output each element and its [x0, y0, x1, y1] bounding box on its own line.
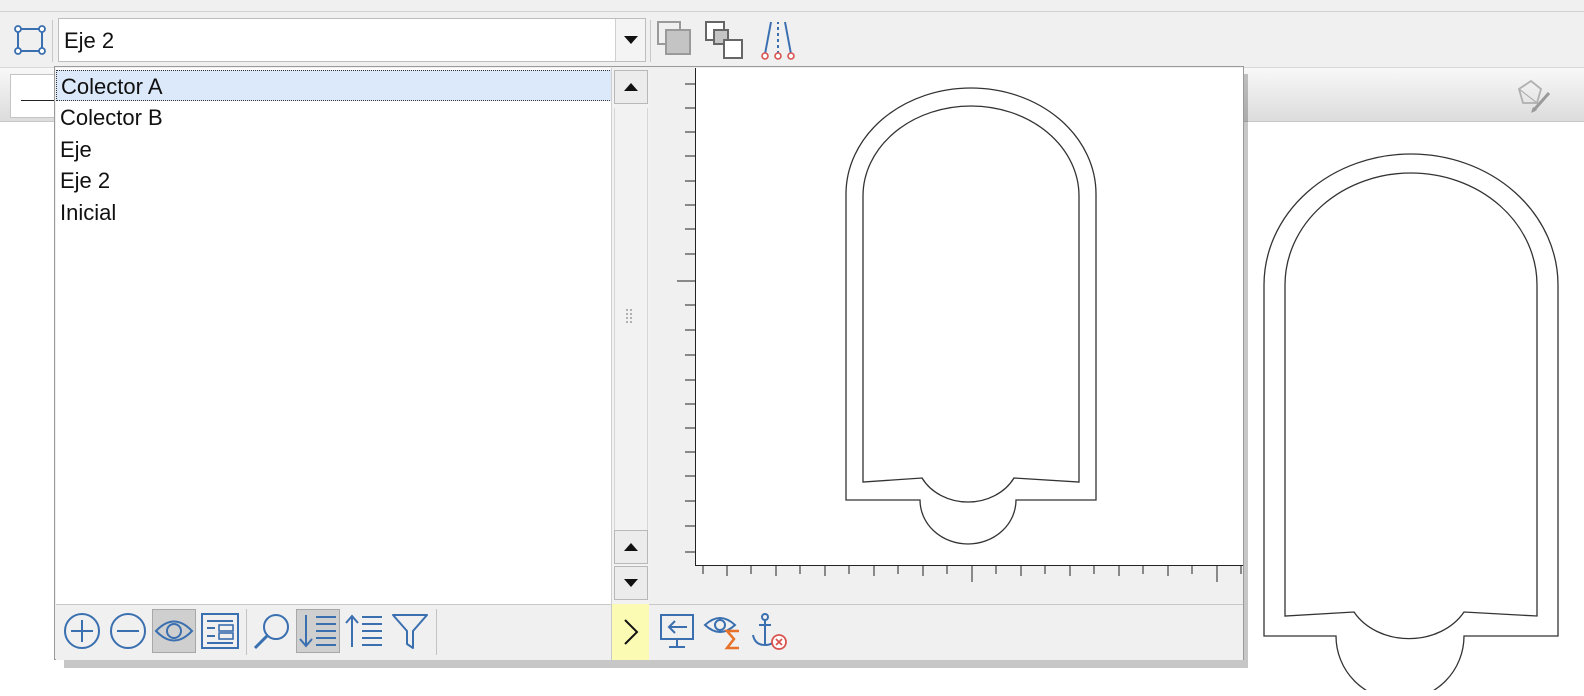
scroll-down-icon[interactable]	[614, 566, 648, 600]
details-icon[interactable]	[198, 609, 242, 653]
list-item[interactable]: Colector B	[56, 102, 612, 133]
title-strip	[0, 0, 1584, 12]
sort-ascending-icon[interactable]	[342, 609, 386, 653]
chevron-right-icon[interactable]	[611, 604, 649, 660]
layer-dropdown: Colector A Colector B Eje Eje 2 Inicial	[54, 66, 1244, 660]
horizontal-ruler	[702, 566, 1242, 582]
scroll-up-icon[interactable]	[614, 70, 648, 104]
layer-selector[interactable]: Eje 2	[58, 18, 646, 62]
filter-icon[interactable]	[388, 609, 432, 653]
visibility-sum-icon[interactable]	[701, 609, 745, 653]
list-item[interactable]: Eje 2	[56, 165, 612, 196]
preview-canvas[interactable]	[695, 68, 1243, 566]
anchor-remove-icon[interactable]	[747, 609, 791, 653]
list-item[interactable]: Eje	[56, 134, 612, 165]
toolbar-separator	[246, 609, 247, 655]
bring-front-icon[interactable]	[654, 18, 698, 62]
list-item[interactable]: Colector A	[56, 70, 612, 101]
list-scrollbar[interactable]	[611, 68, 649, 604]
main-toolbar: Eje 2	[0, 12, 1584, 68]
remove-icon[interactable]	[106, 609, 150, 653]
page-up-icon[interactable]	[614, 530, 648, 564]
send-back-icon[interactable]	[702, 18, 746, 62]
search-icon[interactable]	[250, 609, 294, 653]
layer-selector-value: Eje 2	[64, 28, 115, 53]
preview-shape	[845, 87, 1097, 545]
shape-pencil-icon[interactable]	[1510, 76, 1556, 116]
toolbar-separator	[650, 20, 651, 62]
dropdown-arrow-icon[interactable]	[615, 19, 645, 61]
preview-toolbar	[649, 604, 1243, 660]
main-drawing-shape[interactable]	[1258, 150, 1564, 690]
add-icon[interactable]	[60, 609, 104, 653]
visibility-icon[interactable]	[152, 609, 196, 653]
list-toolbar	[56, 604, 612, 660]
layer-list: Colector A Colector B Eje Eje 2 Inicial	[56, 68, 612, 604]
toolbar-separator	[436, 609, 437, 655]
import-icon[interactable]	[655, 609, 699, 653]
preview-pane	[649, 68, 1243, 604]
toolbar-separator	[52, 20, 53, 62]
scroll-grip-icon[interactable]	[625, 308, 635, 326]
app-window: Eje 2 Colector A Colector B Eje Eje 2 In…	[0, 0, 1584, 696]
vertical-ruler	[677, 83, 695, 553]
parallel-axes-icon[interactable]	[756, 18, 800, 62]
sort-descending-icon[interactable]	[296, 609, 340, 653]
polyline-icon[interactable]	[8, 18, 52, 62]
list-item[interactable]: Inicial	[56, 197, 612, 228]
